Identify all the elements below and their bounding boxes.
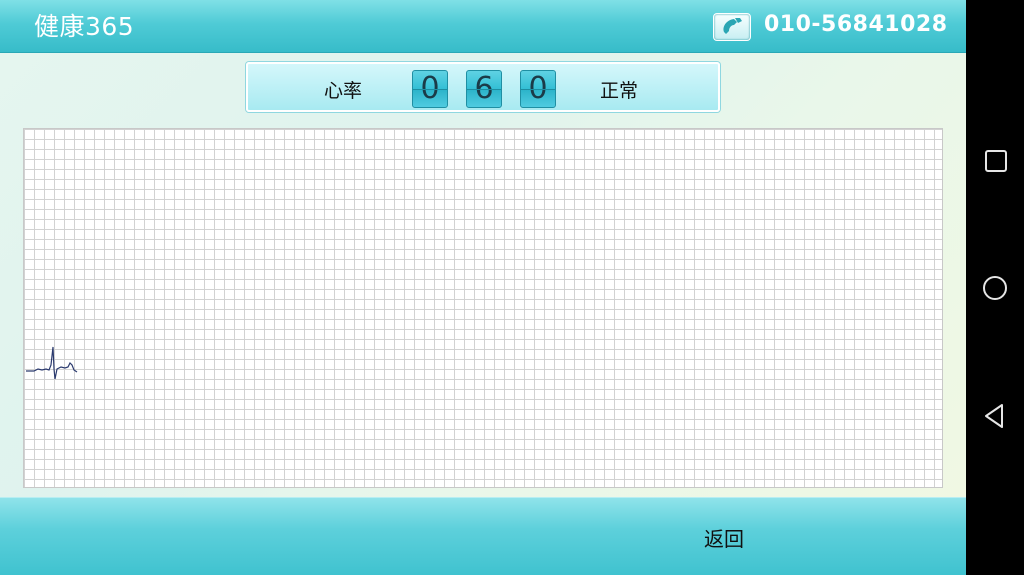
back-icon[interactable] — [980, 401, 1010, 431]
back-button[interactable]: 返回 — [684, 524, 764, 554]
recent-apps-icon[interactable] — [980, 145, 1010, 175]
app-screen: 健康365 010-56841028 心率 0 6 0 正常 返回 — [0, 0, 966, 575]
heart-rate-label: 心率 — [324, 80, 363, 102]
heart-rate-panel: 心率 0 6 0 正常 — [246, 62, 720, 112]
heart-rate-status: 正常 — [600, 80, 639, 102]
heart-rate-digit-tens: 6 — [466, 70, 502, 108]
title-bar: 健康365 010-56841028 — [0, 0, 966, 53]
phone-number[interactable]: 010-56841028 — [764, 12, 948, 37]
android-nav-bar — [966, 0, 1024, 575]
ecg-waveform — [26, 346, 78, 380]
phone-icon[interactable] — [713, 13, 751, 41]
home-icon[interactable] — [980, 273, 1010, 303]
app-title: 健康365 — [34, 12, 135, 41]
heart-rate-digit-ones: 0 — [520, 70, 556, 108]
heart-rate-digit-hundreds: 0 — [412, 70, 448, 108]
footer-bar: 返回 — [0, 497, 966, 575]
ecg-grid — [23, 128, 943, 488]
